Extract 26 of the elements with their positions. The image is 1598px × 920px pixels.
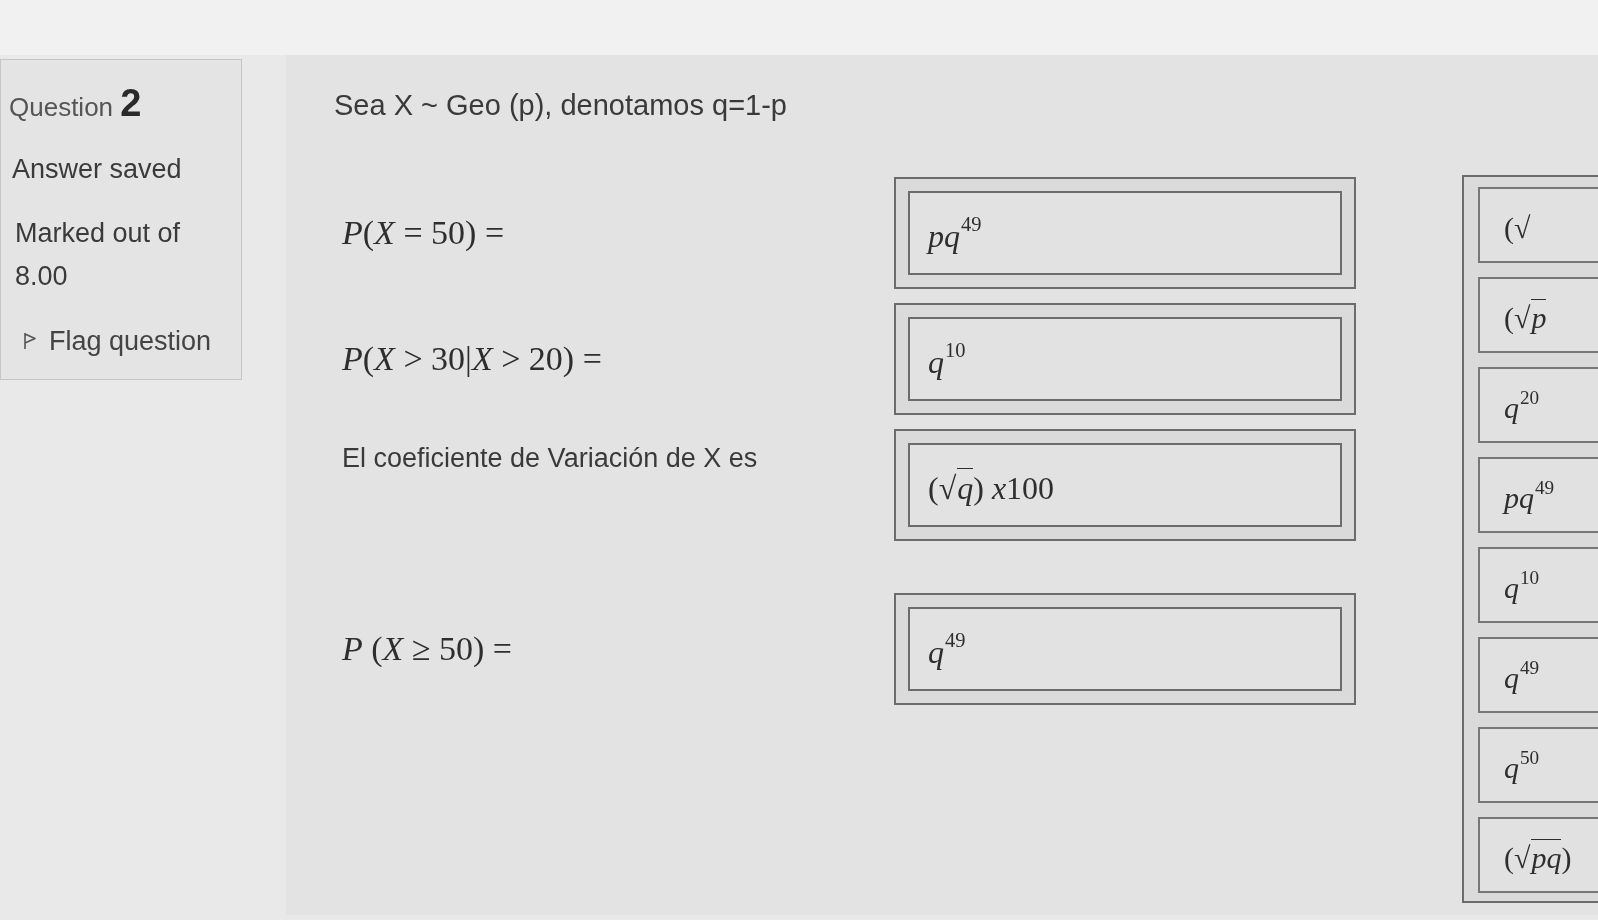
answer-choice[interactable]: (√pq) <box>1478 817 1598 893</box>
drop-zone[interactable]: q$^{49}$ <box>894 593 1356 705</box>
math-expression: P (X ≥ 50) = <box>342 630 513 668</box>
answer-choice[interactable]: q$^{10}$ <box>1478 547 1598 623</box>
question-number: Question 2 <box>9 84 143 126</box>
flag-icon <box>23 332 37 350</box>
math-expression: P(X = 50) = <box>342 214 505 252</box>
answer-choice[interactable]: q$^{50}$ <box>1478 727 1598 803</box>
answer-choice[interactable]: pq$^{49}$ <box>1478 457 1598 533</box>
question-prompt: El coeficiente de Variación de X es <box>342 443 758 474</box>
answer-choice[interactable]: (√ <box>1478 187 1598 263</box>
math-expression: P(X > 30|X > 20) = <box>342 340 602 378</box>
answer-choice[interactable]: (√q) x100 <box>908 443 1342 527</box>
answer-choice[interactable]: pq$^{49}$ <box>908 191 1342 275</box>
answer-choice[interactable]: q$^{49}$ <box>1478 637 1598 713</box>
drop-zone[interactable]: q$^{10}$ <box>894 303 1356 415</box>
question-text: Sea X ~ Geo (p), denotamos q=1-p <box>334 88 788 123</box>
answer-choice[interactable]: q$^{10}$ <box>908 317 1342 401</box>
answer-choice[interactable]: (√p <box>1478 277 1598 353</box>
question-marks: Marked out of 8.00 <box>14 217 182 293</box>
flag-question-link[interactable]: Flag question <box>9 325 212 357</box>
answer-choice[interactable]: q$^{49}$ <box>908 607 1342 691</box>
drop-zone[interactable]: pq$^{49}$ <box>894 177 1356 289</box>
question-status: Answer saved <box>11 153 183 185</box>
answer-choice[interactable]: q$^{20}$ <box>1478 367 1598 443</box>
drop-zone[interactable]: (√q) x100 <box>894 429 1356 541</box>
